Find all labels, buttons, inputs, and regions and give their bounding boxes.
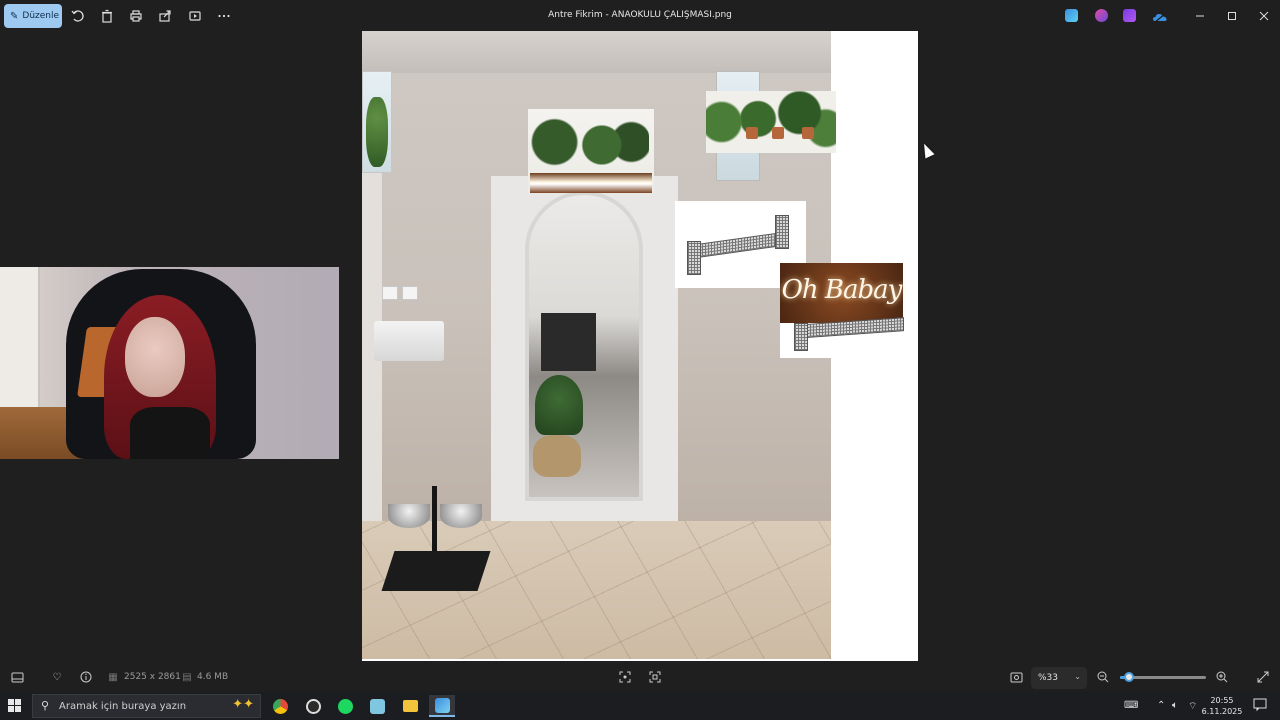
plant-shelf-cutout xyxy=(528,109,654,193)
search-placeholder: Aramak için buraya yazın xyxy=(59,700,187,712)
clock-time: 20:55 xyxy=(1210,696,1234,705)
zoom-in-icon[interactable] xyxy=(1215,670,1229,684)
obs-icon[interactable] xyxy=(300,695,326,717)
minimize-icon[interactable] xyxy=(1192,8,1208,24)
crop-icon[interactable] xyxy=(618,670,632,684)
person-shirt xyxy=(130,407,210,459)
notifications-icon[interactable] xyxy=(1253,698,1267,714)
window-vine-cutout xyxy=(362,71,392,173)
photos-app-window: ✎ Düzenle Antre Fikrim - ANAOKULU ÇALIŞM… xyxy=(0,0,1280,692)
taskbar-search-input[interactable]: ⚲ Aramak için buraya yazın ✦✦ xyxy=(32,694,261,718)
zoom-slider[interactable] xyxy=(1120,672,1206,682)
image-dimensions: 2525 x 2861 xyxy=(124,672,181,682)
image-canvas[interactable]: Oh Babay xyxy=(362,31,918,661)
pet-bowl-stand xyxy=(381,486,491,591)
wall-outlet xyxy=(382,286,398,300)
rotate-icon[interactable] xyxy=(68,6,88,26)
person-face xyxy=(125,317,185,397)
wall-outlet xyxy=(402,286,418,300)
close-icon[interactable] xyxy=(1256,8,1272,24)
fullscreen-icon[interactable] xyxy=(1256,670,1270,684)
taskbar-clock[interactable]: 20:55 6.11.2025 xyxy=(1200,695,1244,717)
windows-start-icon[interactable] xyxy=(8,699,22,713)
chevron-up-icon[interactable]: ⌃ xyxy=(1157,700,1165,711)
delete-icon[interactable] xyxy=(97,6,117,26)
photo-editor-icon[interactable] xyxy=(1065,9,1078,22)
clock-date: 6.11.2025 xyxy=(1201,707,1243,716)
onedrive-icon[interactable] xyxy=(1152,9,1168,24)
file-explorer-icon[interactable] xyxy=(397,695,423,717)
pot-reflection xyxy=(533,435,581,477)
clipchamp-icon[interactable] xyxy=(1123,9,1136,22)
edit-icon: ✎ xyxy=(10,10,19,22)
plant-reflection xyxy=(535,375,583,435)
maximize-icon[interactable] xyxy=(1224,8,1240,24)
top-toolbar: ✎ Düzenle Antre Fikrim - ANAOKULU ÇALIŞM… xyxy=(0,0,1280,32)
spotify-icon[interactable] xyxy=(332,695,358,717)
door xyxy=(0,267,40,407)
designer-icon[interactable] xyxy=(1095,9,1108,22)
search-icon: ⚲ xyxy=(41,699,50,712)
photos-taskbar-icon[interactable] xyxy=(429,695,455,717)
info-icon[interactable] xyxy=(79,670,93,684)
zoom-out-icon[interactable] xyxy=(1096,670,1110,684)
keyboard-icon[interactable]: ⌨ xyxy=(1124,700,1138,711)
neon-sign-text: Oh Babay xyxy=(781,275,903,305)
network-icon[interactable]: ⌔ xyxy=(1188,700,1197,713)
notes-icon[interactable] xyxy=(364,695,390,717)
status-bar: ♡ ▦ 2525 x 2861 ▤ 4.6 MB %33 ⌄ xyxy=(0,662,1280,692)
speaker-icon[interactable]: 🔈︎ xyxy=(1172,700,1178,711)
dimensions-icon: ▦ xyxy=(108,671,118,683)
file-size-icon: ▤ xyxy=(182,671,192,683)
fit-to-window-icon[interactable] xyxy=(1009,670,1023,684)
filmstrip-icon[interactable] xyxy=(10,670,24,684)
chrome-icon[interactable] xyxy=(267,695,293,717)
ceiling xyxy=(362,31,831,73)
zoom-slider-thumb[interactable] xyxy=(1123,672,1134,682)
zoom-level-value: %33 xyxy=(1038,673,1059,683)
tv-reflection xyxy=(541,313,596,371)
edit-button[interactable]: ✎ Düzenle xyxy=(4,4,62,28)
print-icon[interactable] xyxy=(126,6,146,26)
mouse-cursor xyxy=(919,141,935,159)
webcam-overlay xyxy=(0,267,339,459)
visual-search-icon[interactable] xyxy=(648,670,662,684)
more-icon[interactable] xyxy=(214,6,234,26)
slideshow-icon[interactable] xyxy=(185,6,205,26)
neon-sign-cutout: Oh Babay xyxy=(780,263,904,358)
plant-shelf-cutout xyxy=(706,91,836,153)
file-size: 4.6 MB xyxy=(197,672,229,682)
edit-button-label: Düzenle xyxy=(22,11,60,21)
chevron-down-icon: ⌄ xyxy=(1074,672,1081,681)
favorite-icon[interactable]: ♡ xyxy=(50,670,64,684)
share-icon[interactable] xyxy=(155,6,175,26)
zoom-level-select[interactable]: %33 ⌄ xyxy=(1031,667,1087,689)
arched-mirror xyxy=(525,191,643,501)
taskbar: ⚲ Aramak için buraya yazın ✦✦ ⌨ ⌃ 🔈︎ ⌔ 2… xyxy=(0,692,1280,720)
sparkle-icon: ✦✦ xyxy=(232,697,254,712)
small-shelf xyxy=(374,321,444,361)
